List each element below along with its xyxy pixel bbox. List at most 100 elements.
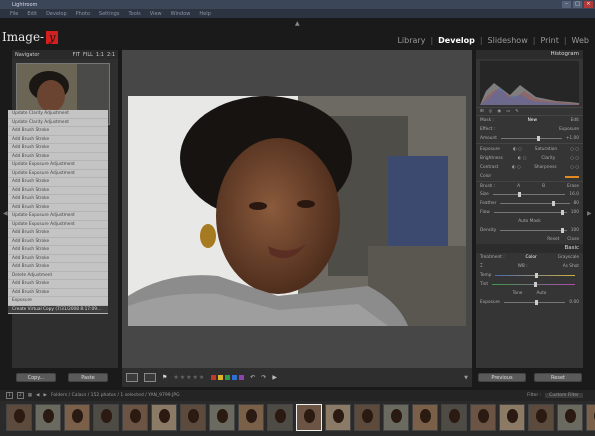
automask-checkbox[interactable]: Auto Mask xyxy=(518,219,540,224)
adjust-option-right[interactable]: Saturation xyxy=(535,147,557,152)
collapse-left-panel-icon[interactable]: ◀ xyxy=(3,210,8,217)
history-item[interactable]: Update Exposure Adjustment xyxy=(8,212,108,221)
adjust-close-button[interactable]: Close xyxy=(567,237,579,242)
history-item[interactable]: Add Brush Stroke xyxy=(8,178,108,187)
adjust-toggle-icon[interactable]: ◐ ○ xyxy=(518,156,527,161)
filmstrip-path[interactable]: Folders / Calacs / 152 photos / 1 select… xyxy=(51,393,180,398)
history-item[interactable]: Update Exposure Adjustment xyxy=(8,169,108,178)
mask-new-button[interactable]: New xyxy=(528,118,537,123)
filmstrip-thumbnail[interactable] xyxy=(93,404,119,431)
paste-button[interactable]: Paste xyxy=(68,373,108,382)
history-item[interactable]: Add Brush Stroke xyxy=(8,263,108,272)
color-label-swatch[interactable] xyxy=(218,375,224,380)
filmstrip-thumbnail[interactable] xyxy=(528,404,554,431)
adjust-toggle-icon[interactable]: ◐ ○ xyxy=(512,165,521,170)
filmstrip-thumbnail[interactable] xyxy=(122,404,148,431)
copy-button[interactable]: Copy... xyxy=(16,373,56,382)
history-item[interactable]: Add Brush Stroke xyxy=(8,144,108,153)
menu-item-7[interactable]: Window xyxy=(171,11,191,17)
history-item[interactable]: Add Brush Stroke xyxy=(8,195,108,204)
page-2-button[interactable]: 2 xyxy=(16,392,24,399)
histogram-header[interactable]: Histogram xyxy=(476,50,583,59)
zoom-option[interactable]: FIT xyxy=(73,52,80,58)
menu-item-6[interactable]: View xyxy=(150,11,162,17)
feather-slider[interactable] xyxy=(500,201,570,206)
zoom-option[interactable]: 2:1 xyxy=(107,52,115,58)
history-item[interactable]: Update Clarity Adjustment xyxy=(8,110,108,119)
filmstrip-thumbnail[interactable] xyxy=(6,404,32,431)
filmstrip-thumbnail[interactable] xyxy=(209,404,235,431)
filmstrip-thumbnail[interactable] xyxy=(383,404,409,431)
history-item[interactable]: Exposure xyxy=(8,297,108,306)
history-item[interactable]: Add Brush Stroke xyxy=(8,288,108,297)
color-label-swatch[interactable] xyxy=(211,375,217,380)
treatment-color-button[interactable]: Color xyxy=(526,255,537,260)
adjust-reset-button[interactable]: Reset xyxy=(547,237,559,242)
wb-select[interactable]: As Shot xyxy=(563,264,579,269)
filmstrip-thumbnail[interactable] xyxy=(412,404,438,431)
basic-header[interactable]: Basic xyxy=(476,244,583,253)
history-item[interactable]: Add Brush Stroke xyxy=(8,203,108,212)
before-after-icon[interactable] xyxy=(144,373,156,382)
zoom-option[interactable]: FILL xyxy=(83,52,93,58)
adjust-toggle-icon[interactable]: ○ ○ xyxy=(570,147,579,152)
history-item[interactable]: Add Brush Stroke xyxy=(8,254,108,263)
grid-view-icon[interactable]: ▦ xyxy=(28,393,32,398)
filmstrip-thumbnail[interactable] xyxy=(325,404,351,431)
adjust-option-left[interactable]: Contrast xyxy=(480,165,498,170)
filmstrip-thumbnail[interactable] xyxy=(499,404,525,431)
history-item[interactable]: Add Brush Stroke xyxy=(8,246,108,255)
module-web[interactable]: Web xyxy=(572,36,589,45)
reset-button[interactable]: Reset xyxy=(534,373,582,382)
filmstrip-thumbnail[interactable] xyxy=(180,404,206,431)
history-item[interactable]: Create Virtual Copy (7/31/2008 8:17:09..… xyxy=(8,305,108,314)
zoom-option[interactable]: 1:1 xyxy=(96,52,104,58)
filmstrip-thumbnail[interactable] xyxy=(557,404,583,431)
close-icon[interactable]: × xyxy=(584,1,593,8)
mask-edit-button[interactable]: Edit xyxy=(571,118,579,123)
filmstrip-thumbnail[interactable] xyxy=(470,404,496,431)
history-item[interactable]: Add Brush Stroke xyxy=(8,280,108,289)
spot-removal-icon[interactable]: ◎ xyxy=(489,109,493,114)
menu-item-3[interactable]: Photo xyxy=(76,11,90,17)
effect-select[interactable]: Exposure xyxy=(559,127,579,132)
back-icon[interactable]: ◀ xyxy=(36,393,39,398)
history-item[interactable]: Update Clarity Adjustment xyxy=(8,118,108,127)
flow-slider[interactable] xyxy=(493,210,567,215)
history-item[interactable]: Delete Adjustment xyxy=(8,271,108,280)
color-label-swatch[interactable] xyxy=(239,375,245,380)
module-print[interactable]: Print xyxy=(540,36,558,45)
filmstrip-thumbnail[interactable] xyxy=(64,404,90,431)
play-icon[interactable]: ▶ xyxy=(272,374,277,381)
filmstrip-thumbnail[interactable] xyxy=(35,404,61,431)
history-item[interactable]: Add Brush Stroke xyxy=(8,152,108,161)
filmstrip-thumbnail[interactable] xyxy=(354,404,380,431)
adjust-toggle-icon[interactable]: ○ ○ xyxy=(570,165,579,170)
history-item[interactable]: Update Exposure Adjustment xyxy=(8,220,108,229)
star-rating[interactable]: ★★★★★ xyxy=(173,374,205,381)
rotate-left-icon[interactable]: ↶ xyxy=(250,374,255,381)
brush-erase-button[interactable]: Erase xyxy=(567,184,579,189)
color-label-swatch[interactable] xyxy=(232,375,238,380)
color-label-swatch[interactable] xyxy=(225,375,231,380)
adjust-option-right[interactable]: Clarity xyxy=(541,156,555,161)
history-item[interactable]: Add Brush Stroke xyxy=(8,127,108,136)
color-swatch[interactable] xyxy=(565,175,579,178)
adjust-toggle-icon[interactable]: ○ ○ xyxy=(570,156,579,161)
menu-item-5[interactable]: Tools xyxy=(128,11,140,17)
filter-select[interactable]: Custom Filter xyxy=(545,393,583,398)
filmstrip-thumbnail[interactable] xyxy=(238,404,264,431)
toolbar-menu-icon[interactable]: ▼ xyxy=(464,375,468,381)
filmstrip-thumbnail[interactable] xyxy=(586,404,595,431)
menu-item-2[interactable]: Develop xyxy=(46,11,67,17)
menu-item-0[interactable]: File xyxy=(10,11,18,17)
module-library[interactable]: Library xyxy=(397,36,425,45)
forward-icon[interactable]: ▶ xyxy=(43,393,46,398)
loupe-view-icon[interactable] xyxy=(126,373,138,382)
module-slideshow[interactable]: Slideshow xyxy=(488,36,528,45)
history-item[interactable]: Add Brush Stroke xyxy=(8,186,108,195)
amount-slider[interactable] xyxy=(500,136,562,141)
red-eye-icon[interactable]: ◉ xyxy=(497,109,501,114)
flag-icon[interactable]: ⚑ xyxy=(162,374,167,381)
menu-item-8[interactable]: Help xyxy=(199,11,210,17)
